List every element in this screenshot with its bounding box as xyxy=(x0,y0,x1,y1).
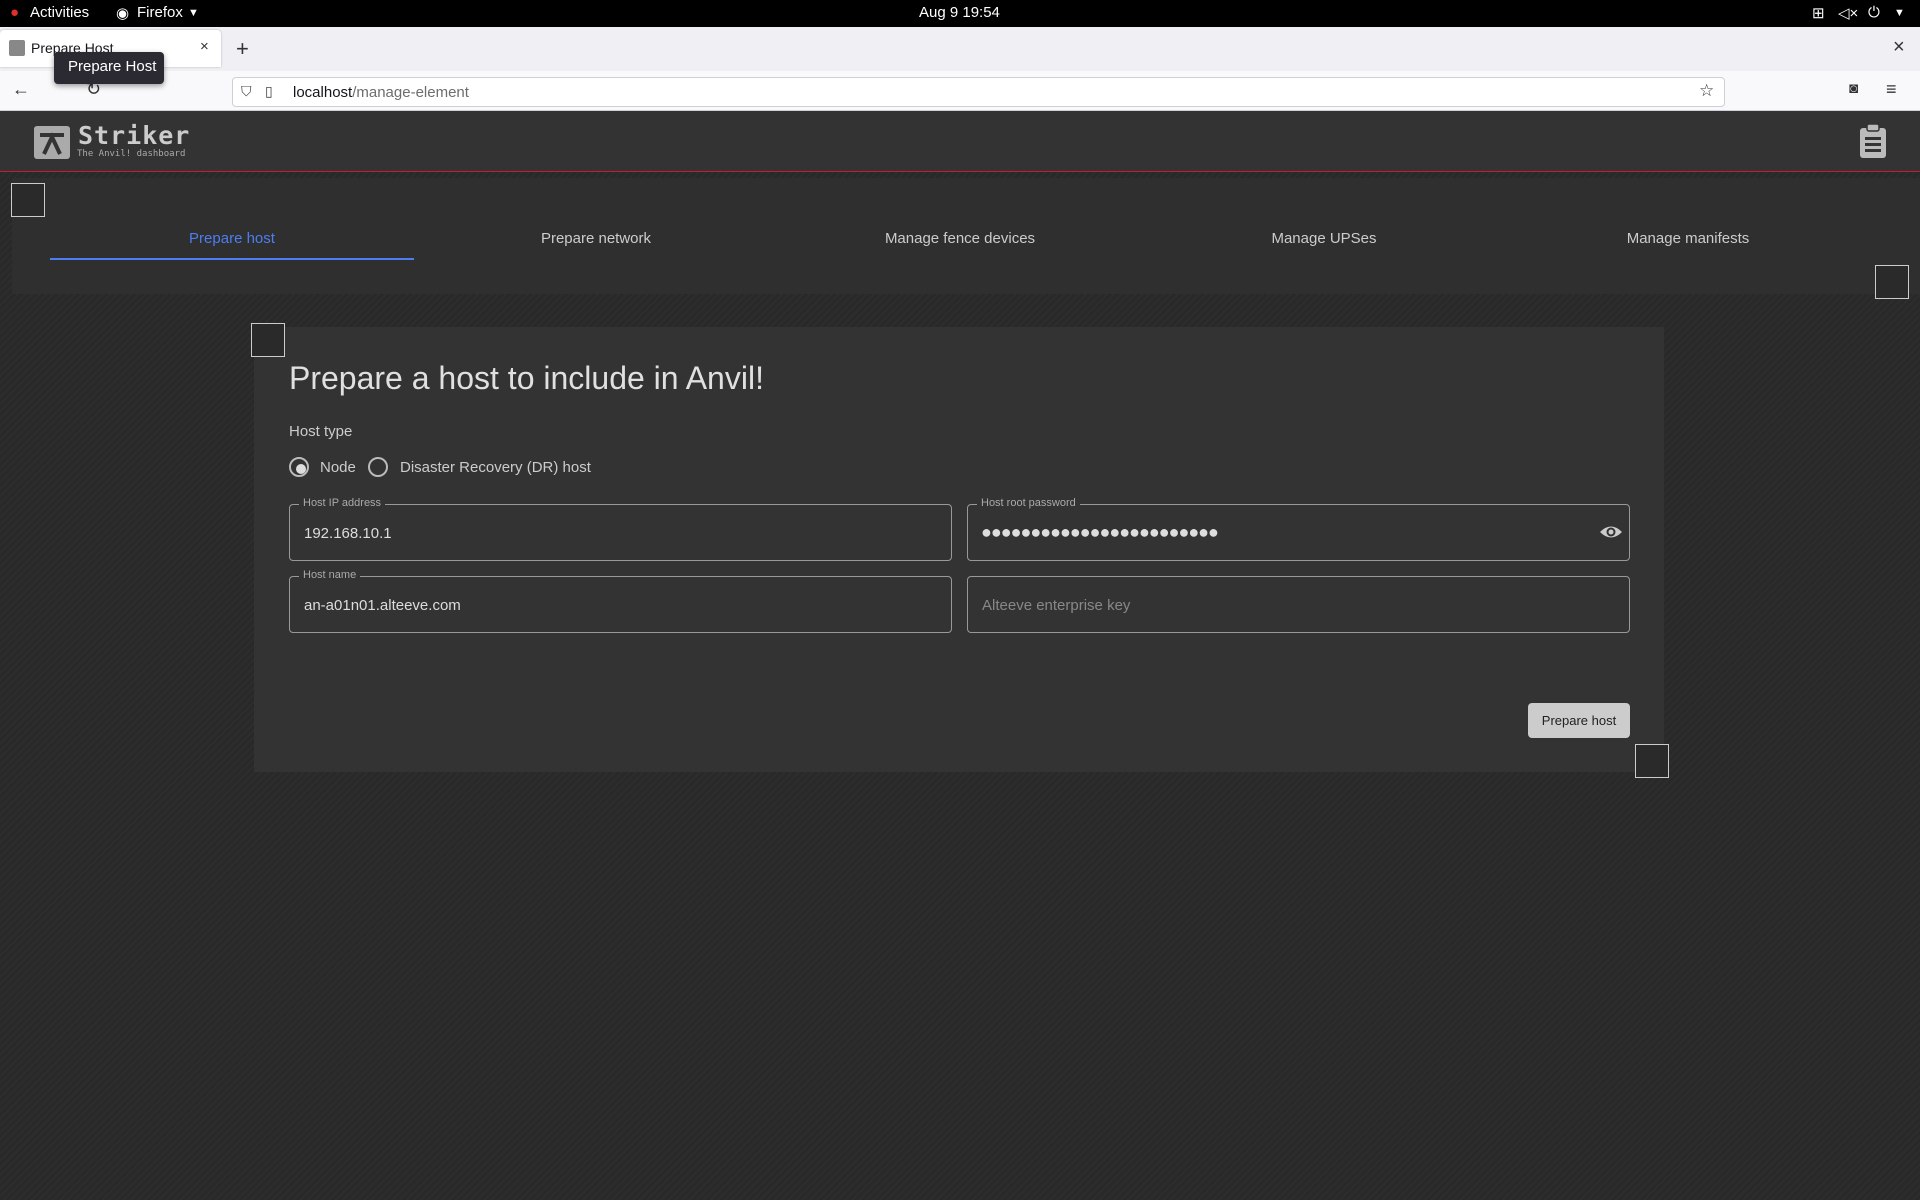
favicon-icon xyxy=(9,40,25,56)
host-ip-label: Host IP address xyxy=(299,497,386,509)
shield-icon[interactable]: ⛉ xyxy=(241,83,252,100)
host-type-label: Host type xyxy=(289,423,353,440)
browser-tab-strip xyxy=(0,27,1920,71)
page-info-icon[interactable]: ▯ xyxy=(265,83,273,100)
app-name: Striker xyxy=(78,121,191,150)
clipboard-icon[interactable] xyxy=(1858,123,1888,159)
radio-dr-host[interactable] xyxy=(368,457,388,477)
firefox-icon: ◉ xyxy=(116,5,130,22)
app-menu-button[interactable]: Firefox xyxy=(137,4,183,21)
redhat-logo-icon: ● xyxy=(10,4,20,21)
active-tab-indicator xyxy=(50,258,414,260)
system-top-bar: ● Activities ◉ Firefox ▼ Aug 9 19:54 ⊞ ◁… xyxy=(0,0,1920,27)
tab-manage-manifests[interactable]: Manage manifests xyxy=(1506,230,1870,260)
host-password-field[interactable]: Host root password ●●●●●●●●●●●●●●●●●●●●●… xyxy=(967,497,1630,561)
network-icon[interactable]: ⊞ xyxy=(1812,4,1825,22)
enterprise-key-input[interactable]: Alteeve enterprise key xyxy=(982,597,1130,614)
app-subtitle: The Anvil! dashboard xyxy=(77,149,186,159)
url-text: localhost/manage-element xyxy=(293,84,469,101)
url-bar[interactable]: ⛉ ▯ localhost/manage-element ☆ xyxy=(232,77,1725,107)
host-ip-input[interactable]: 192.168.10.1 xyxy=(304,525,392,542)
radio-selected-dot xyxy=(296,464,306,474)
volume-muted-icon[interactable]: ◁× xyxy=(1838,4,1858,22)
bookmark-star-icon[interactable]: ☆ xyxy=(1699,81,1714,101)
clock[interactable]: Aug 9 19:54 xyxy=(919,4,1000,21)
prepare-host-button[interactable]: Prepare host xyxy=(1528,703,1630,738)
tab-tooltip: Prepare Host xyxy=(54,52,164,84)
back-icon[interactable]: ← xyxy=(12,79,30,100)
corner-decoration xyxy=(1635,744,1669,778)
eye-icon[interactable] xyxy=(1599,522,1623,547)
close-tab-icon[interactable]: × xyxy=(200,38,209,55)
tab-prepare-host[interactable]: Prepare host xyxy=(50,230,414,260)
striker-logo-icon[interactable] xyxy=(34,126,70,159)
host-name-input[interactable]: an-a01n01.alteeve.com xyxy=(304,597,461,614)
corner-decoration xyxy=(1875,265,1909,299)
app-header xyxy=(0,111,1920,172)
chevron-down-icon: ▼ xyxy=(188,7,199,19)
new-tab-icon[interactable]: + xyxy=(236,36,249,62)
corner-decoration xyxy=(11,183,45,217)
host-name-label: Host name xyxy=(299,569,361,581)
tab-prepare-network[interactable]: Prepare network xyxy=(414,230,778,260)
page-title: Prepare a host to include in Anvil! xyxy=(289,360,764,396)
host-ip-field[interactable]: Host IP address 192.168.10.1 xyxy=(289,497,952,561)
chevron-down-icon[interactable]: ▼ xyxy=(1894,7,1905,19)
activities-button[interactable]: Activities xyxy=(30,4,89,21)
tab-manage-upses[interactable]: Manage UPSes xyxy=(1142,230,1506,260)
url-host: localhost xyxy=(293,84,353,101)
close-window-icon[interactable]: × xyxy=(1893,36,1905,59)
radio-dr-host-label[interactable]: Disaster Recovery (DR) host xyxy=(400,459,591,476)
enterprise-key-field[interactable]: Alteeve enterprise key xyxy=(967,576,1630,633)
power-icon[interactable]: ⏻ xyxy=(1868,4,1880,21)
host-password-label: Host root password xyxy=(977,497,1080,509)
host-name-field[interactable]: Host name an-a01n01.alteeve.com xyxy=(289,569,952,633)
hamburger-menu-icon[interactable]: ≡ xyxy=(1886,79,1897,100)
radio-node-label[interactable]: Node xyxy=(320,459,356,476)
url-path: /manage-element xyxy=(352,84,469,101)
pocket-icon[interactable]: ◙ xyxy=(1849,80,1858,97)
tab-manage-fence-devices[interactable]: Manage fence devices xyxy=(778,230,1142,260)
radio-node[interactable] xyxy=(289,457,309,477)
corner-decoration xyxy=(251,323,285,357)
host-password-input[interactable]: ●●●●●●●●●●●●●●●●●●●●●●●● xyxy=(981,522,1219,543)
